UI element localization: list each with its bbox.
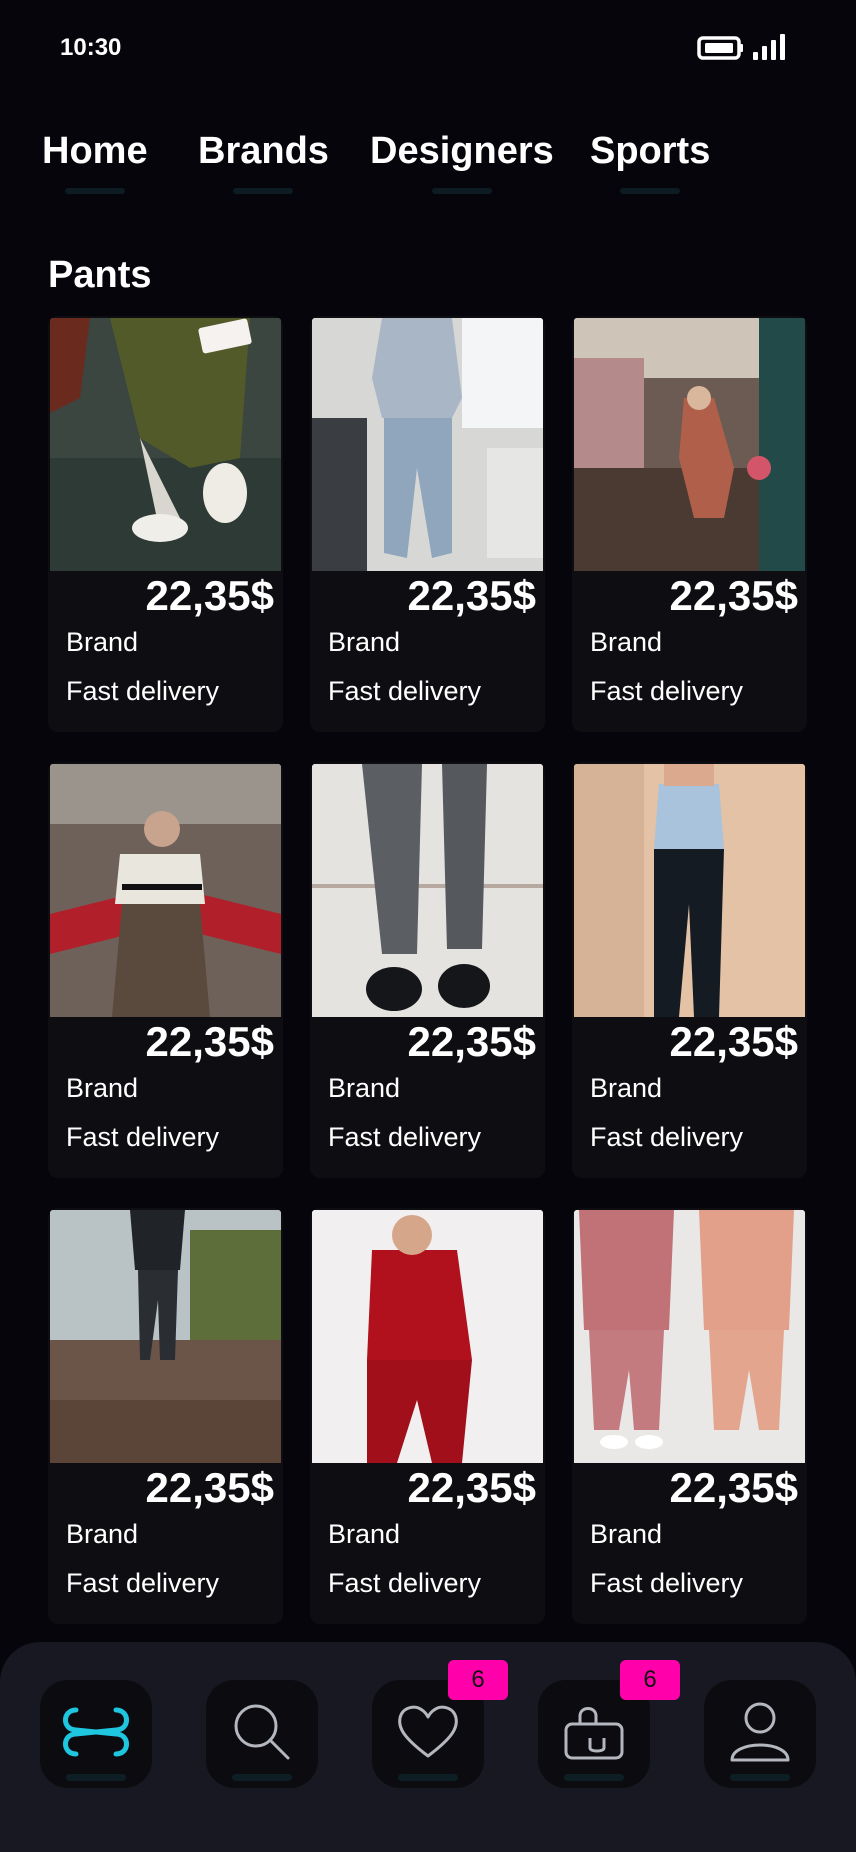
nav-indicator <box>232 1774 292 1781</box>
nav-profile-button[interactable] <box>704 1680 816 1788</box>
tab-indicator <box>64 188 125 194</box>
product-brand: Brand <box>590 1073 663 1103</box>
product-brand: Brand <box>328 627 401 657</box>
cart-badge: 6 <box>620 1660 680 1700</box>
product-price: 22,35$ <box>669 572 798 619</box>
product-card[interactable]: 22,35$ Brand Fast delivery <box>48 1208 283 1624</box>
tab-label: Sports <box>590 130 711 172</box>
product-price: 22,35$ <box>145 1464 274 1511</box>
product-delivery: Fast delivery <box>66 1122 220 1152</box>
tab-indicator <box>233 188 294 194</box>
product-price: 22,35$ <box>145 572 274 619</box>
product-card[interactable]: 22,35$ Brand Fast delivery <box>572 316 807 732</box>
tab-indicator <box>620 188 681 194</box>
tab-label: Designers <box>370 130 554 172</box>
product-delivery: Fast delivery <box>590 1122 744 1152</box>
shopping-bag-icon <box>564 1707 624 1760</box>
nav-indicator <box>564 1774 624 1781</box>
nav-search-button[interactable] <box>206 1680 318 1788</box>
product-image <box>574 764 805 1017</box>
product-card[interactable]: 22,35$ Brand Fast delivery <box>310 1208 545 1624</box>
search-icon <box>234 1704 290 1760</box>
product-image <box>50 318 281 571</box>
bottom-nav: 6 6 <box>0 1642 856 1852</box>
profile-icon <box>730 1702 790 1762</box>
heart-icon <box>398 1705 458 1758</box>
nav-indicator <box>398 1774 458 1781</box>
logo-icon <box>63 1707 129 1757</box>
product-brand: Brand <box>328 1073 401 1103</box>
tab-sports[interactable]: Sports <box>590 130 711 194</box>
product-brand: Brand <box>328 1519 401 1549</box>
product-delivery: Fast delivery <box>328 1568 482 1598</box>
product-card[interactable]: 22,35$ Brand Fast delivery <box>572 762 807 1178</box>
product-delivery: Fast delivery <box>590 676 744 706</box>
section-title: Pants <box>48 254 152 296</box>
product-price: 22,35$ <box>669 1018 798 1065</box>
status-time: 10:30 <box>60 34 122 61</box>
product-image <box>50 1210 281 1463</box>
product-price: 22,35$ <box>669 1464 798 1511</box>
favorites-badge: 6 <box>448 1660 508 1700</box>
nav-cart-button[interactable]: 6 <box>538 1660 680 1788</box>
tab-brands[interactable]: Brands <box>198 130 329 194</box>
product-delivery: Fast delivery <box>590 1568 744 1598</box>
product-card[interactable]: 22,35$ Brand Fast delivery <box>48 762 283 1178</box>
product-image <box>312 764 543 1017</box>
category-tabs: Home Brands Designers Sports <box>0 130 856 200</box>
product-delivery: Fast delivery <box>66 676 220 706</box>
product-brand: Brand <box>66 1519 139 1549</box>
product-brand: Brand <box>66 1073 139 1103</box>
product-image <box>574 1210 805 1463</box>
product-image <box>50 764 281 1017</box>
nav-home-button[interactable] <box>40 1680 152 1788</box>
tab-label: Home <box>42 130 148 172</box>
product-price: 22,35$ <box>407 572 536 619</box>
product-delivery: Fast delivery <box>328 676 482 706</box>
nav-indicator <box>66 1774 126 1781</box>
tab-designers[interactable]: Designers <box>370 130 554 194</box>
product-card[interactable]: 22,35$ Brand Fast delivery <box>572 1208 807 1624</box>
tab-label: Brands <box>198 130 329 172</box>
product-brand: Brand <box>66 627 139 657</box>
product-brand: Brand <box>590 627 663 657</box>
product-delivery: Fast delivery <box>66 1568 220 1598</box>
product-card[interactable]: 22,35$ Brand Fast delivery <box>310 762 545 1178</box>
nav-indicator <box>730 1774 790 1781</box>
nav-favorites-button[interactable]: 6 <box>372 1660 508 1788</box>
tab-home[interactable]: Home <box>42 130 148 194</box>
battery-icon <box>697 36 743 60</box>
status-bar: 10:30 <box>0 0 856 96</box>
product-price: 22,35$ <box>145 1018 274 1065</box>
product-card[interactable]: 22,35$ Brand Fast delivery <box>310 316 545 732</box>
product-price: 22,35$ <box>407 1464 536 1511</box>
product-card[interactable]: 22,35$ Brand Fast delivery <box>48 316 283 732</box>
product-image <box>312 1210 543 1463</box>
tab-indicator <box>431 188 492 194</box>
signal-icon <box>753 34 785 60</box>
product-image <box>312 318 543 571</box>
product-delivery: Fast delivery <box>328 1122 482 1152</box>
battery-signal-icons <box>697 34 785 60</box>
product-price: 22,35$ <box>407 1018 536 1065</box>
product-image <box>574 318 805 571</box>
product-brand: Brand <box>590 1519 663 1549</box>
